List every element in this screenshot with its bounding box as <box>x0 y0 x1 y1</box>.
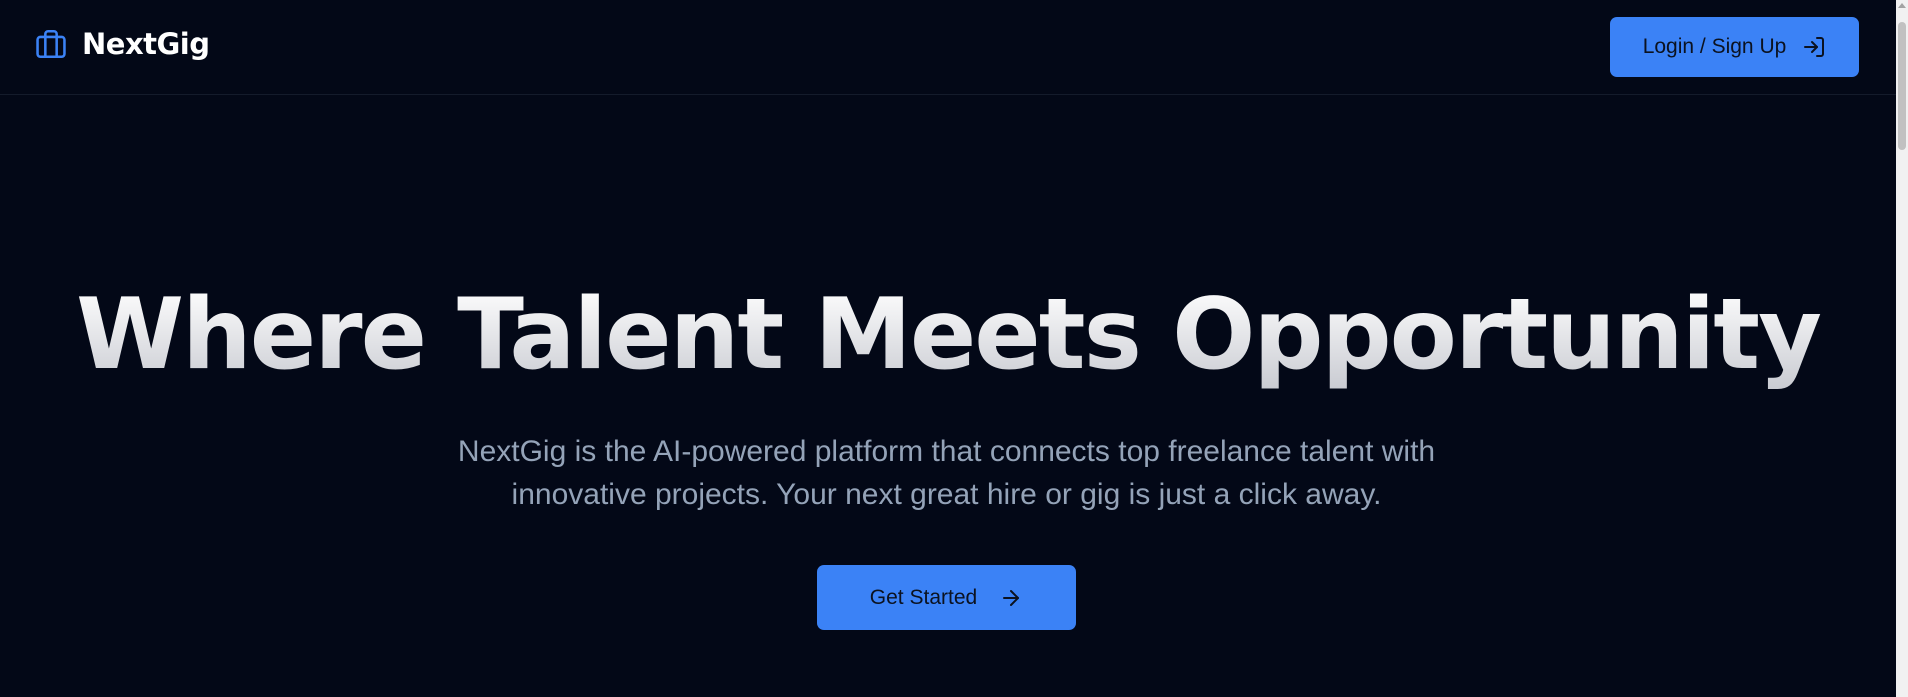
vertical-scrollbar[interactable] <box>1896 0 1908 697</box>
scrollbar-thumb[interactable] <box>1898 22 1906 150</box>
arrow-right-icon <box>1003 589 1020 606</box>
log-in-icon <box>1804 37 1825 57</box>
briefcase-icon <box>36 29 66 59</box>
login-signup-button[interactable]: Login / Sign Up <box>1610 17 1859 77</box>
hero-subtitle: NextGig is the AI-powered platform that … <box>457 435 1436 511</box>
get-started-label: Get Started <box>869 585 978 609</box>
top-nav: NextGig Login / Sign Up <box>0 0 1896 95</box>
brand-logo[interactable]: NextGig <box>34 27 210 61</box>
hero-title: Where Talent Meets Opportunity <box>0 270 1896 400</box>
scroll-up-arrow-icon[interactable] <box>1898 3 1906 8</box>
page: NextGig Login / Sign Up Where Talent Mee… <box>0 0 1908 697</box>
brand-name: NextGig <box>82 27 210 61</box>
login-signup-label: Login / Sign Up <box>1642 35 1787 58</box>
get-started-button[interactable]: Get Started <box>817 565 1076 630</box>
